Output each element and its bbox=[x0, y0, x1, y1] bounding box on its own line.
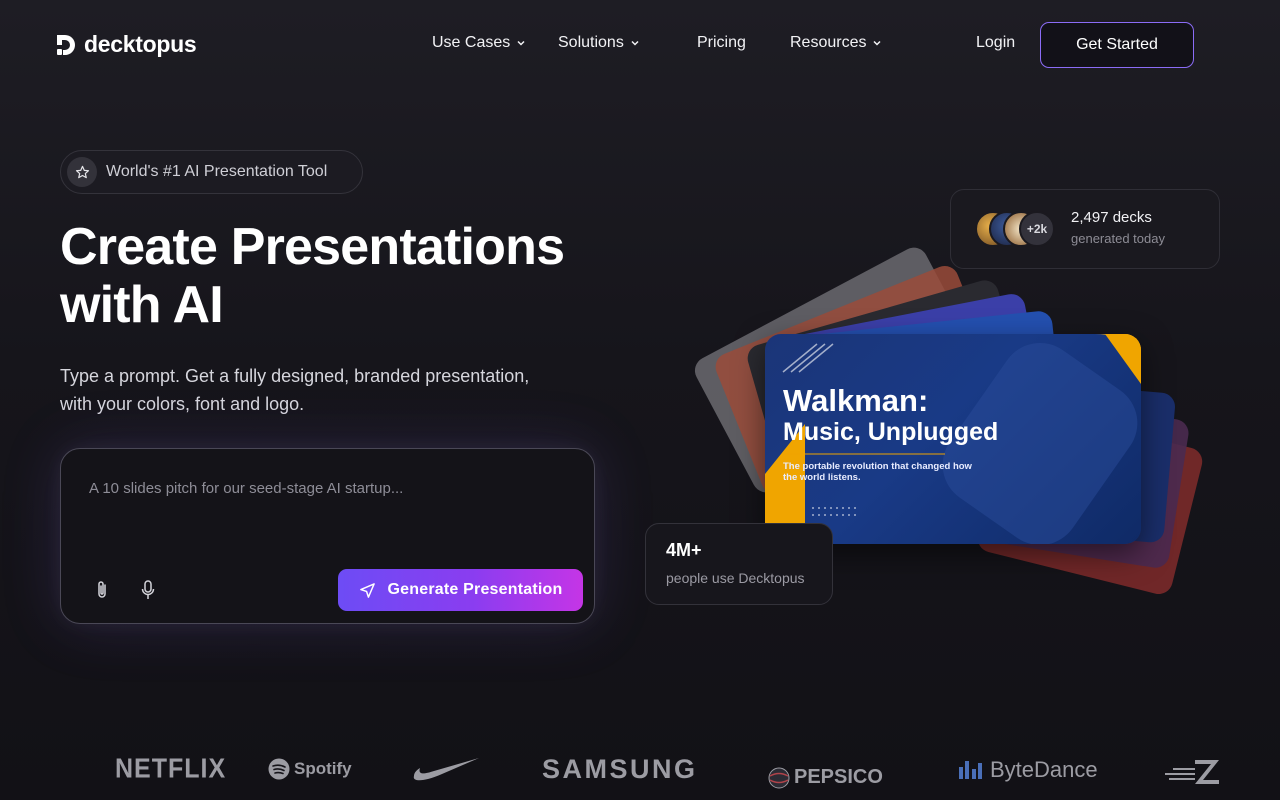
nav-pricing[interactable]: Pricing bbox=[697, 34, 746, 52]
customer-logos: NETFLIX Spotify SAMSUNG PEPSICO ByteDanc… bbox=[0, 740, 1280, 800]
avatar-more-count: +2k bbox=[1019, 211, 1055, 247]
decks-generated-card: +2k 2,497 decks generated today bbox=[950, 189, 1220, 269]
paperclip-icon[interactable] bbox=[93, 579, 111, 601]
top-navigation: decktopus Use Cases Solutions Pricing Re… bbox=[0, 0, 1280, 90]
get-started-button[interactable]: Get Started bbox=[1040, 22, 1194, 68]
logo-samsung: SAMSUNG bbox=[542, 754, 698, 784]
decks-count: 2,497 decks bbox=[1071, 209, 1152, 226]
avatar-group: +2k bbox=[975, 211, 1059, 249]
pepsico-globe-icon bbox=[768, 767, 790, 789]
brand-name: decktopus bbox=[84, 31, 197, 57]
chevron-down-icon bbox=[873, 40, 882, 46]
preview-slide: Walkman: Music, Unplugged The portable r… bbox=[765, 334, 1141, 544]
hero-subtitle-line1: Type a prompt. Get a fully designed, bra… bbox=[60, 366, 530, 386]
brand-logo[interactable]: decktopus bbox=[54, 31, 197, 58]
logo-pepsico: PEPSICO bbox=[768, 754, 883, 789]
users-sub: people use Decktopus bbox=[666, 570, 805, 586]
chevron-down-icon bbox=[631, 40, 639, 46]
slide-title: Walkman: bbox=[783, 383, 929, 418]
send-icon bbox=[359, 582, 375, 598]
nav-solutions[interactable]: Solutions bbox=[558, 34, 640, 52]
prompt-input[interactable]: A 10 slides pitch for our seed-stage AI … bbox=[89, 480, 403, 497]
hero-badge-text: World's #1 AI Presentation Tool bbox=[106, 163, 328, 180]
users-count: 4M+ bbox=[666, 540, 702, 560]
hero-headline-line2: with AI bbox=[60, 276, 224, 334]
star-icon bbox=[67, 157, 97, 187]
nav-solutions-label: Solutions bbox=[558, 34, 624, 51]
nav-use-cases-label: Use Cases bbox=[432, 34, 511, 51]
nav-use-cases[interactable]: Use Cases bbox=[432, 34, 526, 52]
hero-headline: Create Presentations with AI bbox=[60, 218, 620, 334]
nav-resources[interactable]: Resources bbox=[790, 34, 882, 52]
prompt-input-box[interactable]: A 10 slides pitch for our seed-stage AI … bbox=[60, 448, 595, 624]
chevron-down-icon bbox=[517, 40, 525, 46]
zalando-logo-icon bbox=[1165, 760, 1219, 784]
logo-bytedance: ByteDance bbox=[958, 757, 1098, 783]
logo-spotify: Spotify bbox=[268, 758, 352, 780]
decks-sub: generated today bbox=[1071, 231, 1165, 246]
decktopus-logo-icon bbox=[57, 34, 75, 55]
hero-subtitle: Type a prompt. Get a fully designed, bra… bbox=[60, 362, 590, 418]
nav-pricing-label: Pricing bbox=[697, 34, 746, 51]
spotify-icon bbox=[268, 758, 290, 780]
slide-subtitle: The portable revolution that changed how… bbox=[783, 461, 972, 483]
generate-presentation-label: Generate Presentation bbox=[387, 581, 563, 598]
pepsico-wordmark: PEPSICO bbox=[794, 766, 883, 788]
hero-headline-line1: Create Presentations bbox=[60, 218, 565, 276]
hero-subtitle-line2: with your colors, font and logo. bbox=[60, 394, 305, 414]
users-stat-card: 4M+ people use Decktopus bbox=[645, 523, 833, 605]
nav-resources-label: Resources bbox=[790, 34, 867, 51]
generate-presentation-button[interactable]: Generate Presentation bbox=[338, 569, 583, 611]
login-link[interactable]: Login bbox=[976, 34, 1015, 52]
hero-badge: World's #1 AI Presentation Tool bbox=[60, 150, 363, 194]
bytedance-wordmark: ByteDance bbox=[990, 757, 1098, 782]
bytedance-icon bbox=[959, 761, 982, 779]
nike-swoosh-icon bbox=[413, 758, 479, 781]
microphone-icon[interactable] bbox=[139, 579, 157, 601]
slide-title-line2: Music, Unplugged bbox=[783, 418, 999, 446]
spotify-wordmark: Spotify bbox=[294, 759, 352, 778]
logo-netflix: NETFLIX bbox=[115, 753, 227, 785]
